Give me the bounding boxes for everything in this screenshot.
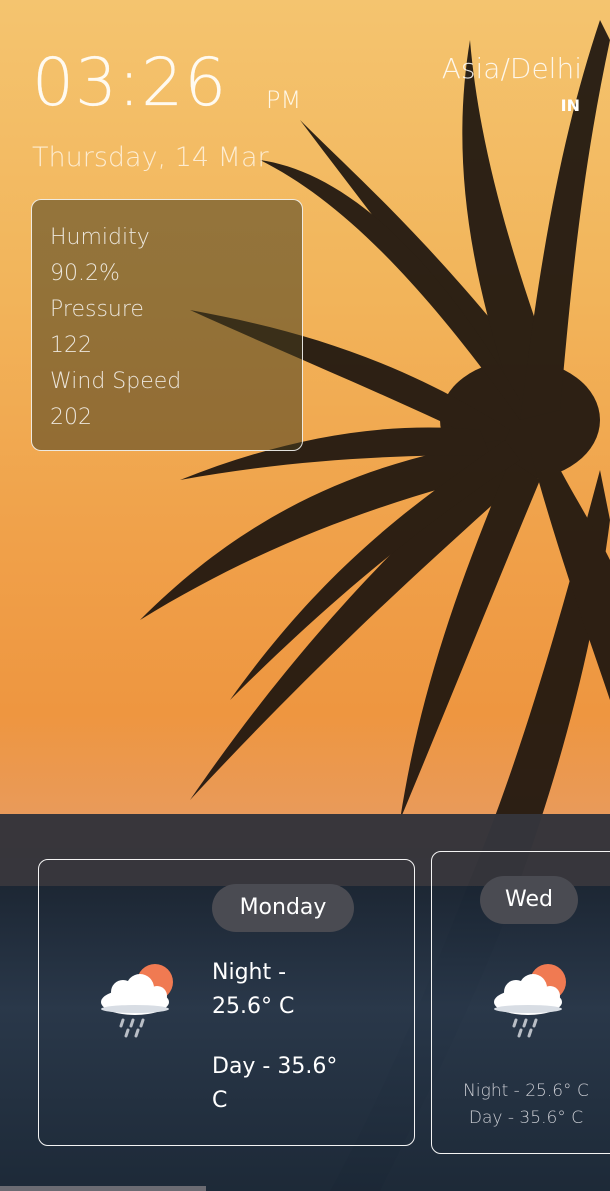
timezone-label: Asia/Delhi — [441, 52, 582, 85]
pressure-label: Pressure — [50, 297, 144, 322]
forecast-card-wednesday[interactable]: Wed Night - 25.6° C Day - 35.6° C — [431, 851, 610, 1154]
night-temp-line2: 25.6° C — [212, 994, 295, 1019]
horizontal-scrollbar[interactable] — [0, 1186, 206, 1191]
clock-time: 03:26 — [32, 44, 228, 121]
weather-details-card: Humidity 90.2% Pressure 122 Wind Speed 2… — [31, 199, 303, 451]
cloud-rain-sun-icon — [494, 964, 566, 1038]
cloud-rain-sun-icon — [101, 964, 173, 1038]
forecast-card-monday[interactable]: Monday Night - 25.6° C Day - 35.6° C — [38, 859, 415, 1146]
night-temp: Night - 25.6° C — [463, 1081, 589, 1101]
country-code: IN — [560, 96, 580, 115]
night-temp-line1: Night - — [212, 960, 287, 985]
current-date: Thursday, 14 Mar — [32, 142, 269, 173]
day-temp-line2: C — [212, 1088, 228, 1113]
wind-speed-label: Wind Speed — [50, 369, 182, 394]
temperature-block: Night - 25.6° C Day - 35.6° C — [432, 1078, 610, 1132]
day-temp-line1: Day - 35.6° — [212, 1054, 338, 1079]
day-temp: Day - 35.6° C — [468, 1108, 584, 1128]
clock-ampm: PM — [266, 86, 302, 114]
temperature-block: Night - 25.6° C Day - 35.6° C — [212, 956, 362, 1118]
pressure-value: 122 — [50, 333, 92, 358]
day-pill: Monday — [212, 884, 354, 932]
humidity-value: 90.2% — [50, 261, 120, 286]
wind-speed-value: 202 — [50, 405, 92, 430]
humidity-label: Humidity — [50, 225, 150, 250]
day-pill: Wed — [480, 876, 578, 924]
